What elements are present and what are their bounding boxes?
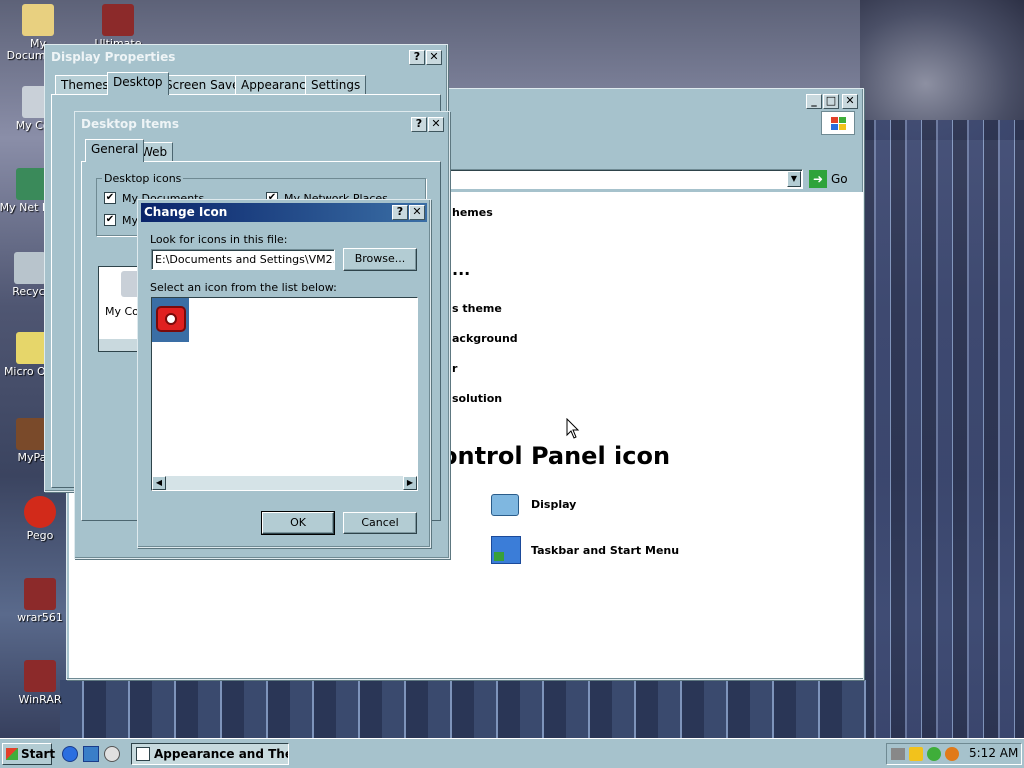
folder-icon — [22, 4, 54, 36]
change-icon-dialog: Change Icon ? ✕ Look for icons in this f… — [137, 199, 431, 548]
icon-list-label: Select an icon from the list below: — [150, 281, 337, 294]
icon-list-scrollbar[interactable]: ◀ ▶ — [152, 476, 417, 490]
minimize-button[interactable]: _ — [806, 94, 822, 109]
control-panel-heading: ontrol Panel icon — [441, 442, 671, 470]
start-button[interactable]: Start — [2, 743, 55, 765]
pego-icon — [24, 496, 56, 528]
ok-button[interactable]: OK — [261, 511, 335, 535]
browse-button[interactable]: Browse... — [343, 248, 417, 271]
cancel-button[interactable]: Cancel — [343, 512, 417, 534]
display-icon — [491, 494, 519, 516]
desktop-wallpaper-city — [860, 120, 1024, 740]
keyboard-icon[interactable] — [891, 748, 905, 760]
checkbox-my-computer[interactable]: ✔ — [104, 214, 116, 226]
tab-general[interactable]: General — [85, 139, 145, 162]
tab-settings[interactable]: Settings — [305, 75, 367, 95]
tab-themes[interactable]: Themes — [55, 75, 115, 95]
close-button[interactable]: ✕ — [426, 50, 442, 65]
taskbar-item-appearance[interactable]: Appearance and The... — [131, 743, 289, 765]
show-desktop-icon[interactable] — [83, 746, 99, 762]
task-dots: ... — [452, 260, 471, 279]
task-link-background[interactable]: ackground — [452, 332, 518, 345]
cp-item-taskbar-label[interactable]: Taskbar and Start Menu — [531, 544, 679, 557]
desktop-items-titlebar: Desktop Items ? ✕ — [78, 115, 446, 134]
network-tray-icon[interactable] — [927, 747, 941, 761]
search-icon[interactable] — [945, 747, 959, 761]
camera-icon — [156, 306, 186, 332]
taskbar: Start Appearance and The... 5:12 AM — [0, 738, 1024, 768]
icon-file-input[interactable]: E:\Documents and Settings\VM2.COL — [151, 249, 335, 270]
archive-icon — [24, 578, 56, 610]
close-button[interactable]: ✕ — [842, 94, 858, 109]
system-tray: 5:12 AM — [886, 743, 1022, 765]
go-arrow-icon: ➜ — [809, 170, 827, 188]
windows-flag-icon — [6, 748, 18, 760]
tab-desktop[interactable]: Desktop — [107, 72, 169, 95]
media-player-icon[interactable] — [104, 746, 120, 762]
scroll-left-icon[interactable]: ◀ — [152, 476, 166, 490]
file-label: Look for icons in this file: — [150, 233, 288, 246]
change-icon-titlebar: Change Icon ? ✕ — [141, 203, 427, 222]
task-link-screensaver[interactable]: r — [452, 362, 457, 375]
archive-icon — [102, 4, 134, 36]
task-link-themes[interactable]: hemes — [452, 206, 493, 219]
scroll-right-icon[interactable]: ▶ — [403, 476, 417, 490]
close-button[interactable]: ✕ — [428, 117, 444, 132]
checkbox-my-computer-label: My — [122, 214, 139, 227]
address-dropdown-icon[interactable]: ▼ — [787, 171, 801, 187]
maximize-button[interactable]: □ — [823, 94, 839, 109]
help-button[interactable]: ? — [392, 205, 408, 220]
task-link-change-theme[interactable]: s theme — [452, 302, 502, 315]
desktop-icons-group-label: Desktop icons — [102, 172, 184, 185]
desktop-wallpaper-sky — [860, 0, 1024, 140]
icon-list[interactable]: ◀ ▶ — [151, 297, 418, 491]
archive-icon — [24, 660, 56, 692]
help-button[interactable]: ? — [411, 117, 427, 132]
internet-explorer-icon[interactable] — [62, 746, 78, 762]
cp-item-taskbar[interactable] — [491, 534, 523, 566]
display-properties-titlebar: Display Properties ? ✕ — [48, 48, 444, 67]
window-icon — [136, 747, 150, 761]
cp-item-display-label[interactable]: Display — [531, 498, 576, 511]
preview-label: My Co — [105, 305, 139, 318]
shield-icon[interactable] — [909, 747, 923, 761]
desktop-wallpaper-ground — [60, 680, 870, 738]
icon-list-item-selected[interactable] — [152, 298, 189, 342]
go-button[interactable]: ➜ Go — [807, 169, 857, 189]
cp-item-display[interactable] — [491, 490, 523, 520]
close-button[interactable]: ✕ — [409, 205, 425, 220]
clock[interactable]: 5:12 AM — [969, 746, 1018, 760]
mouse-cursor-icon — [566, 418, 580, 439]
windows-logo-icon — [821, 111, 855, 135]
task-link-resolution[interactable]: solution — [452, 392, 502, 405]
checkbox-my-documents[interactable]: ✔ — [104, 192, 116, 204]
help-button[interactable]: ? — [409, 50, 425, 65]
recycle-bin-icon — [14, 252, 46, 284]
